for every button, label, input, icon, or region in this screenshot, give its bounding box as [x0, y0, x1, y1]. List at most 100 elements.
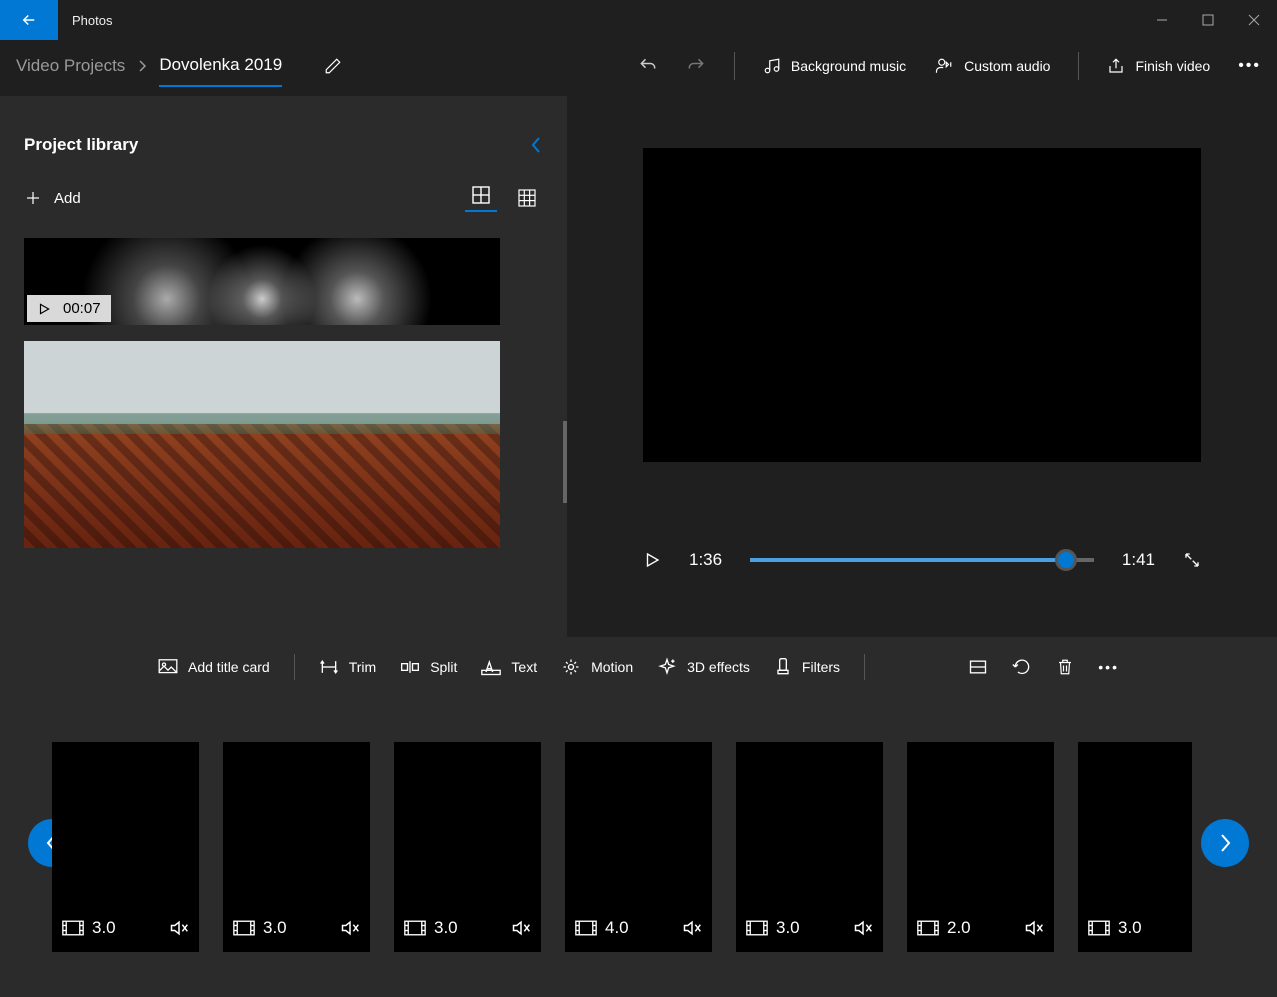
- grid-small-icon: [518, 189, 536, 207]
- storyboard-next-button[interactable]: [1201, 819, 1249, 867]
- plus-icon: [24, 189, 42, 207]
- chevron-right-icon: [1217, 832, 1233, 854]
- storyboard-clip[interactable]: 3.0: [736, 742, 883, 952]
- text-icon: [481, 658, 501, 676]
- storyboard-clip[interactable]: 3.0: [223, 742, 370, 952]
- bg-music-label: Background music: [791, 58, 906, 74]
- timeline-separator: [864, 654, 865, 680]
- breadcrumb-current[interactable]: Dovolenka 2019: [159, 55, 282, 87]
- rotate-button[interactable]: [1012, 657, 1032, 677]
- storyboard-clip[interactable]: 3.0: [52, 742, 199, 952]
- split-label: Split: [430, 659, 457, 675]
- photo-thumbnail: [24, 341, 500, 548]
- chevron-right-icon: [137, 59, 147, 73]
- motion-button[interactable]: Motion: [561, 657, 633, 677]
- fullscreen-button[interactable]: [1183, 551, 1201, 569]
- split-icon: [400, 659, 420, 675]
- grid-view-large-button[interactable]: [465, 184, 497, 212]
- seek-fill: [750, 558, 1066, 562]
- storyboard-clip[interactable]: 4.0: [565, 742, 712, 952]
- back-button[interactable]: [0, 0, 58, 40]
- play-button[interactable]: [643, 550, 661, 570]
- audio-person-icon: [934, 57, 954, 75]
- timeline-more-button[interactable]: •••: [1098, 659, 1119, 675]
- delete-button[interactable]: [1056, 657, 1074, 677]
- clip-duration: 3.0: [746, 918, 800, 938]
- library-title: Project library: [24, 135, 138, 155]
- trash-icon: [1056, 657, 1074, 677]
- 3d-effects-label: 3D effects: [687, 659, 750, 675]
- play-icon: [643, 550, 661, 570]
- toolbar-separator: [734, 52, 735, 80]
- music-icon: [763, 57, 781, 75]
- grid-view-small-button[interactable]: [511, 184, 543, 212]
- seek-slider[interactable]: [750, 558, 1094, 562]
- toolbar: Video Projects Dovolenka 2019 Background…: [0, 40, 1277, 92]
- split-button[interactable]: Split: [400, 659, 457, 675]
- clip-duration: 3.0: [404, 918, 458, 938]
- breadcrumb-root[interactable]: Video Projects: [16, 56, 125, 76]
- timeline-separator: [294, 654, 295, 680]
- motion-icon: [561, 657, 581, 677]
- library-item[interactable]: [24, 341, 500, 548]
- add-media-button[interactable]: Add: [24, 189, 81, 207]
- 3d-effects-button[interactable]: 3D effects: [657, 657, 750, 677]
- minimize-button[interactable]: [1139, 0, 1185, 40]
- main-area: Project library Add: [0, 92, 1277, 637]
- clips-container: 3.0 3.0 3.0 4.0 3.0 2.0 3.0: [52, 742, 1192, 952]
- finish-video-button[interactable]: Finish video: [1107, 57, 1210, 75]
- crop-button[interactable]: [968, 658, 988, 676]
- mute-icon: [682, 919, 702, 937]
- clip-duration: 3.0: [233, 918, 287, 938]
- clip-footer: 2.0: [917, 918, 1044, 938]
- mute-icon: [853, 919, 873, 937]
- clip-footer: 4.0: [575, 918, 702, 938]
- undo-button[interactable]: [638, 56, 658, 76]
- storyboard-clip[interactable]: 3.0: [394, 742, 541, 952]
- filters-icon: [774, 657, 792, 677]
- custom-audio-button[interactable]: Custom audio: [934, 57, 1050, 75]
- motion-label: Motion: [591, 659, 633, 675]
- seek-thumb[interactable]: [1055, 549, 1077, 571]
- project-library-panel: Project library Add: [0, 96, 567, 637]
- clip-duration: 4.0: [575, 918, 629, 938]
- more-button[interactable]: •••: [1238, 57, 1261, 75]
- filters-button[interactable]: Filters: [774, 657, 840, 677]
- clip-duration: 2.0: [917, 918, 971, 938]
- library-scrollbar[interactable]: [563, 421, 567, 503]
- library-item[interactable]: 00:07: [24, 238, 500, 325]
- breadcrumb: Video Projects Dovolenka 2019: [16, 45, 342, 87]
- current-time: 1:36: [689, 550, 722, 570]
- preview-video[interactable]: [643, 148, 1201, 462]
- clip-duration: 3.0: [1088, 918, 1142, 938]
- crop-icon: [968, 658, 988, 676]
- clip-footer: 3.0: [746, 918, 873, 938]
- library-items: 00:07: [24, 238, 543, 578]
- maximize-button[interactable]: [1185, 0, 1231, 40]
- storyboard-clip[interactable]: 2.0: [907, 742, 1054, 952]
- rotate-icon: [1012, 657, 1032, 677]
- collapse-library-button[interactable]: [529, 134, 543, 156]
- mute-icon: [1024, 919, 1044, 937]
- duration-text: 00:07: [63, 300, 101, 317]
- arrow-left-icon: [20, 11, 38, 29]
- export-icon: [1107, 57, 1125, 75]
- storyboard-clip[interactable]: 3.0: [1078, 742, 1192, 952]
- add-title-card-button[interactable]: Add title card: [158, 659, 270, 675]
- edit-title-button[interactable]: [324, 57, 342, 75]
- trim-button[interactable]: Trim: [319, 659, 376, 675]
- grid-large-icon: [472, 186, 490, 204]
- close-button[interactable]: [1231, 0, 1277, 40]
- title-card-label: Add title card: [188, 659, 270, 675]
- app-title: Photos: [72, 13, 112, 28]
- redo-button[interactable]: [686, 56, 706, 76]
- custom-audio-label: Custom audio: [964, 58, 1050, 74]
- trim-label: Trim: [349, 659, 376, 675]
- text-button[interactable]: Text: [481, 658, 537, 676]
- background-music-button[interactable]: Background music: [763, 57, 906, 75]
- text-label: Text: [511, 659, 537, 675]
- titlebar: Photos: [0, 0, 1277, 40]
- image-icon: [158, 659, 178, 675]
- trim-icon: [319, 659, 339, 675]
- sparkle-icon: [657, 657, 677, 677]
